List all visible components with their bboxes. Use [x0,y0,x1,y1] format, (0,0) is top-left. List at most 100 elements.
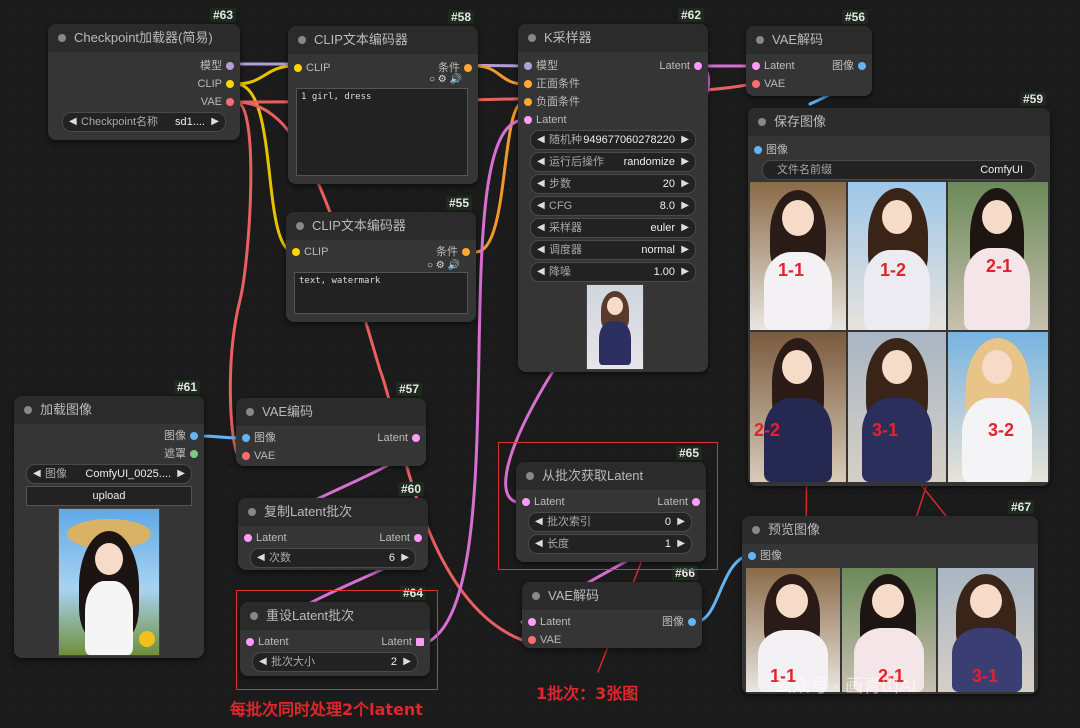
output-model[interactable]: 模型 [200,58,240,74]
arrow-left-icon[interactable]: ◀ [537,219,545,237]
latent-dot-icon[interactable] [694,62,702,70]
arrow-right-icon[interactable]: ▶ [681,153,689,171]
control-after-generate-widget[interactable]: ◀ 运行后操作 randomize ▶ [530,152,696,172]
input-positive[interactable]: 正面条件 [518,76,580,92]
arrow-left-icon[interactable]: ◀ [537,153,545,171]
preview-image-3[interactable]: 3-1 [938,568,1034,692]
node-checkpoint-loader[interactable]: #63 Checkpoint加载器(简易) 模型 CLIP VAE ◀ Chec… [48,8,240,140]
prompt-textarea[interactable]: 1 girl, dress [296,88,468,176]
arrow-right-icon[interactable]: ▶ [681,175,689,193]
grid-image-1-1[interactable]: 1-1 [750,182,846,330]
filename-prefix-input[interactable]: 文件名前缀 ComfyUI [762,160,1036,180]
grid-image-2-2[interactable]: 2-2 [750,332,846,482]
checkpoint-name-combo[interactable]: ◀ Checkpoint名称 sd1.... ▶ [62,112,226,132]
input-clip[interactable]: CLIP [286,244,328,260]
arrow-left-icon[interactable]: ◀ [537,131,545,149]
vae-dot-icon[interactable] [528,636,536,644]
node-title[interactable]: 保存图像 [748,108,1050,136]
output-image[interactable]: 图像 [832,58,872,74]
input-latent[interactable]: Latent [238,530,287,546]
latent-dot-icon[interactable] [244,534,252,542]
node-title[interactable]: 预览图像 [742,516,1038,544]
text-tools-icons[interactable]: ○ ⚙ 🔊 [427,260,460,271]
vae-dot-icon[interactable] [226,98,234,106]
cond-dot-icon[interactable] [462,248,470,256]
denoise-widget[interactable]: ◀ 降噪 1.00 ▶ [530,262,696,282]
steps-widget[interactable]: ◀ 步数 20 ▶ [530,174,696,194]
arrow-left-icon[interactable]: ◀ [69,113,77,131]
output-image[interactable]: 图像 [662,614,702,630]
image-dot-icon[interactable] [748,552,756,560]
arrow-right-icon[interactable]: ▶ [681,197,689,215]
text-tools-icons[interactable]: ○ ⚙ 🔊 [429,74,462,85]
node-title[interactable]: 加载图像 [14,396,204,424]
output-vae[interactable]: VAE [201,94,240,110]
arrow-left-icon[interactable]: ◀ [537,241,545,259]
node-vae-decode-main[interactable]: #56 VAE解码 Latent 图像 VAE [746,10,872,96]
input-vae[interactable]: VAE [522,632,561,648]
node-repeat-latent-batch[interactable]: #60 复制Latent批次 Latent Latent ◀ 次数 6 ▶ [238,482,428,570]
node-clip-text-encode-positive[interactable]: #58 CLIP文本编码器 CLIP 条件 ○ ⚙ 🔊 1 girl, dres… [288,10,478,184]
node-title[interactable]: VAE解码 [522,582,702,610]
grid-image-3-1[interactable]: 3-1 [848,332,946,482]
arrow-right-icon[interactable]: ▶ [681,263,689,281]
arrow-left-icon[interactable]: ◀ [537,263,545,281]
image-dot-icon[interactable] [858,62,866,70]
vae-dot-icon[interactable] [242,452,250,460]
input-image[interactable]: 图像 [236,430,276,446]
input-negative[interactable]: 负面条件 [518,94,580,110]
seed-widget[interactable]: ◀ 随机种 949677060278220 ▶ [530,130,696,150]
node-preview-image[interactable]: #67 预览图像 图像 1-1 2-1 3-1 [742,500,1038,694]
arrow-right-icon[interactable]: ▶ [177,465,185,483]
node-title[interactable]: VAE解码 [746,26,872,54]
node-title[interactable]: Checkpoint加载器(简易) [48,24,240,52]
model-dot-icon[interactable] [226,62,234,70]
amount-widget[interactable]: ◀ 次数 6 ▶ [250,548,416,568]
arrow-left-icon[interactable]: ◀ [537,175,545,193]
scheduler-widget[interactable]: ◀ 调度器 normal ▶ [530,240,696,260]
output-latent[interactable]: Latent [659,58,708,74]
latent-dot-icon[interactable] [414,534,422,542]
arrow-left-icon[interactable]: ◀ [537,197,545,215]
cfg-widget[interactable]: ◀ CFG 8.0 ▶ [530,196,696,216]
arrow-right-icon[interactable]: ▶ [401,549,409,567]
vae-dot-icon[interactable] [752,80,760,88]
arrow-right-icon[interactable]: ▶ [681,219,689,237]
input-model[interactable]: 模型 [518,58,558,74]
input-latent[interactable]: Latent [518,112,567,128]
grid-image-3-2[interactable]: 3-2 [948,332,1048,482]
arrow-right-icon[interactable]: ▶ [681,131,689,149]
image-dot-icon[interactable] [688,618,696,626]
latent-dot-icon[interactable] [528,618,536,626]
image-dot-icon[interactable] [190,432,198,440]
node-title[interactable]: CLIP文本编码器 [286,212,476,240]
node-vae-decode-batch[interactable]: #66 VAE解码 Latent 图像 VAE [522,566,702,648]
node-vae-encode[interactable]: #57 VAE编码 图像 Latent VAE [236,382,426,466]
node-title[interactable]: 复制Latent批次 [238,498,428,526]
latent-dot-icon[interactable] [752,62,760,70]
arrow-left-icon[interactable]: ◀ [257,549,265,567]
node-title[interactable]: CLIP文本编码器 [288,26,478,54]
input-latent[interactable]: Latent [746,58,795,74]
output-latent[interactable]: Latent [379,530,428,546]
upload-button[interactable]: upload [26,486,192,506]
grid-image-2-1[interactable]: 2-1 [948,182,1048,330]
clip-dot-icon[interactable] [292,248,300,256]
image-file-combo[interactable]: ◀ 图像 ComfyUI_0025.... ▶ [26,464,192,484]
image-dot-icon[interactable] [754,146,762,154]
node-ksampler[interactable]: #62 K采样器 模型 Latent 正面条件 负面条件 Latent ◀ 随机种… [518,8,708,372]
node-load-image[interactable]: #61 加载图像 图像 遮罩 ◀ 图像 ComfyUI_0025.... ▶ uplo… [14,380,204,658]
grid-image-1-2[interactable]: 1-2 [848,182,946,330]
node-title[interactable]: VAE编码 [236,398,426,426]
input-vae[interactable]: VAE [236,448,275,464]
input-vae[interactable]: VAE [746,76,785,92]
input-latent[interactable]: Latent [522,614,571,630]
cond-dot-icon[interactable] [464,64,472,72]
latent-dot-icon[interactable] [412,434,420,442]
input-clip[interactable]: CLIP [288,60,330,76]
latent-dot-icon[interactable] [524,116,532,124]
clip-dot-icon[interactable] [294,64,302,72]
arrow-left-icon[interactable]: ◀ [33,465,41,483]
input-image[interactable]: 图像 [748,142,788,158]
arrow-right-icon[interactable]: ▶ [211,113,219,131]
